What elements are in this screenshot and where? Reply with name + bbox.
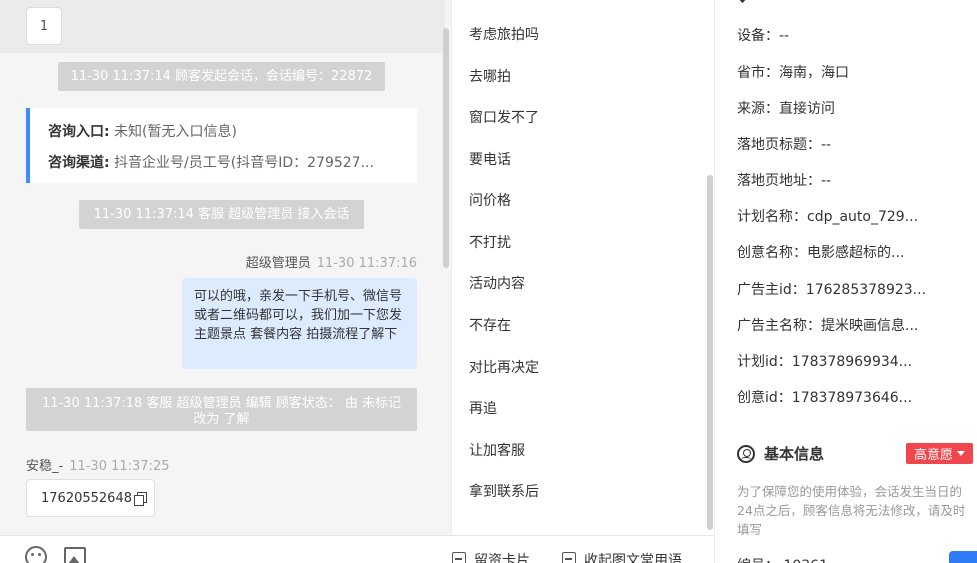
- quick-phrase-item[interactable]: 活动内容: [469, 273, 525, 293]
- quick-phrase-item[interactable]: 对比再决定: [469, 357, 539, 377]
- consult-entry-label: 咨询入口:: [48, 124, 110, 140]
- copy-icon[interactable]: [133, 492, 147, 506]
- customer-message-text: 17620552648: [41, 490, 132, 506]
- info-field-plan-name: 计划名称：cdp_auto_729...: [737, 209, 919, 225]
- consult-entry-row: 咨询入口: 未知(暂无入口信息): [48, 121, 417, 152]
- phrase-scrollbar[interactable]: [707, 175, 713, 530]
- customer-info-panel: 设备：-- 省市：海南，海口 来源：直接访问 落地页标题：-- 落地页地址：--…: [715, 0, 977, 563]
- quick-phrase-list: 考虑旅拍吗 去哪拍 窗口发不了 要电话 问价格 不打扰 活动内容 不存在 对比再…: [452, 0, 714, 535]
- customer-name: 安稳_-: [26, 459, 64, 474]
- basic-info-header: 基本信息: [737, 443, 824, 464]
- intent-level-dropdown[interactable]: 高意愿: [906, 443, 973, 464]
- system-message: 11-30 11:37:14 客服 超级管理员 接入会话: [79, 200, 364, 229]
- workspace: 1 11-30 11:37:14 顾客发起会话，会话编号：22872 咨询入口:…: [0, 0, 977, 563]
- quick-phrase-item[interactable]: 考虑旅拍吗: [469, 24, 539, 44]
- quick-phrase-item[interactable]: 要电话: [469, 149, 511, 169]
- info-field-device: 设备：--: [737, 28, 790, 44]
- agent-message-time: 11-30 11:37:16: [316, 256, 417, 271]
- info-field-creative-id: 创意id：178378973646...: [737, 390, 913, 406]
- consult-channel-label: 咨询渠道:: [48, 155, 110, 171]
- customer-message-meta: 安稳_- 11-30 11:37:25: [26, 455, 170, 474]
- page-number-badge[interactable]: 1: [26, 7, 62, 45]
- quick-phrase-item[interactable]: 窗口发不了: [469, 107, 539, 127]
- info-field-plan-id: 计划id：178378969934...: [737, 354, 913, 370]
- info-field-province: 省市：海南，海口: [737, 65, 849, 81]
- collapse-phrases-label: 收起图文常用语: [584, 553, 682, 563]
- lead-card-label: 留资卡片: [474, 553, 530, 563]
- quick-phrase-item[interactable]: 问价格: [469, 190, 511, 210]
- user-circle-icon: [737, 444, 755, 463]
- agent-message-meta: 超级管理员 11-30 11:37:16: [246, 252, 417, 271]
- customer-message-bubble: 17620552648: [26, 479, 155, 517]
- chat-scrollbar[interactable]: [443, 28, 449, 268]
- quick-phrase-item[interactable]: 让加客服: [469, 440, 525, 460]
- info-field-landing-url: 落地页地址：--: [737, 173, 832, 189]
- quick-phrase-item[interactable]: 不存在: [469, 315, 511, 335]
- quick-phrase-item[interactable]: 不打扰: [469, 232, 511, 252]
- agent-name: 超级管理员: [245, 256, 311, 271]
- info-field-landing-title: 落地页标题：--: [737, 137, 832, 153]
- info-field-source: 来源：直接访问: [737, 101, 835, 117]
- consult-channel-value: 抖音企业号/员工号(抖音号ID：279527...: [109, 155, 374, 171]
- info-field-creative-name: 创意名称：电影感超标的...: [737, 245, 905, 261]
- floating-tab[interactable]: [949, 551, 977, 563]
- info-field-advertiser-name: 广告主名称：提米映画信息...: [737, 318, 919, 334]
- collapse-phrases-button[interactable]: 收起图文常用语: [562, 550, 682, 563]
- quick-phrase-item[interactable]: 去哪拍: [469, 66, 511, 86]
- image-icon[interactable]: [64, 547, 86, 563]
- edit-deadline-note: 为了保障您的使用体验，会话发生当日的24点之后，顾客信息将无法修改，请及时填写: [737, 484, 966, 537]
- chat-panel: 1 11-30 11:37:14 顾客发起会话，会话编号：22872 咨询入口:…: [0, 0, 451, 535]
- intent-level-label: 高意愿: [913, 448, 953, 463]
- lead-card-button[interactable]: 留资卡片: [452, 550, 530, 563]
- consult-info-card: 咨询入口: 未知(暂无入口信息) 咨询渠道: 抖音企业号/员工号(抖音号ID：2…: [26, 108, 417, 183]
- info-field-number: 编号： 10361: [737, 555, 828, 563]
- emoji-icon[interactable]: [25, 546, 47, 563]
- system-message: 11-30 11:37:14 顾客发起会话，会话编号：22872: [58, 62, 385, 91]
- agent-message-bubble: 可以的哦，亲发一下手机号、微信号或者二维码都可以，我们加一下您发主题景点 套餐内…: [182, 278, 417, 369]
- system-message: 11-30 11:37:18 客服 超级管理员 编辑 顾客状态： 由 未标记 改…: [26, 388, 417, 431]
- consult-entry-value: 未知(暂无入口信息): [109, 124, 237, 140]
- quick-phrase-item[interactable]: 拿到联系后: [469, 481, 539, 501]
- document-icon: [562, 552, 576, 563]
- input-toolbar: 留资卡片 收起图文常用语: [0, 535, 715, 563]
- chat-top-band: [0, 0, 445, 53]
- info-field-advertiser-id: 广告主id：176285378923...: [737, 282, 927, 298]
- consult-channel-row: 咨询渠道: 抖音企业号/员工号(抖音号ID：279527...: [48, 152, 417, 183]
- section-title: 基本信息: [764, 445, 825, 463]
- quick-phrase-item[interactable]: 再追: [469, 398, 497, 418]
- card-icon: [452, 552, 466, 563]
- caret-down-icon: [957, 451, 965, 456]
- customer-message-time: 11-30 11:37:25: [69, 459, 170, 474]
